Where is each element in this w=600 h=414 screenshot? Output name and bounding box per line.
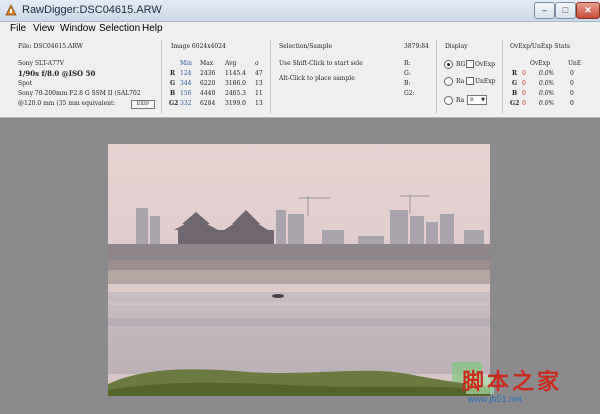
app-icon <box>5 4 17 16</box>
display-title: Display <box>445 43 468 50</box>
sample-label-r: R: <box>404 60 411 67</box>
lens-info: Sony 70-200mm F2.8 G SSM II (SAL702 <box>18 90 141 97</box>
stats-min-r: 124 <box>180 70 192 77</box>
ovexp-count-r: 0 <box>522 70 526 77</box>
stats-header-sd: σ <box>255 60 260 67</box>
ovexp-ch-g2: G2 <box>510 100 520 107</box>
file-name: File: DSC04615.ARW <box>18 43 83 50</box>
unexp-count-g: 0 <box>570 80 574 87</box>
minimize-button[interactable]: – <box>534 2 555 19</box>
focal-info: @120.0 mm (35 mm equivalent: <box>18 100 116 107</box>
window-title: RawDigger:DSC04615.ARW <box>22 4 162 16</box>
chevron-down-icon: ▼ <box>481 97 485 103</box>
exposure-info: 1/90s f/8.0 @ISO 50 <box>18 69 96 78</box>
stats-sd-g: 13 <box>255 80 263 87</box>
display-radio-ra[interactable] <box>444 77 453 86</box>
unexp-count-b: 0 <box>570 90 574 97</box>
stats-ch-g: G <box>170 80 176 87</box>
selection-title: Selection/Sample <box>279 43 333 50</box>
stats-max-g2: 6284 <box>200 100 216 107</box>
stats-sd-r: 47 <box>255 70 263 77</box>
unexp-checkbox-label: UnExp <box>475 78 496 85</box>
stats-min-g: 344 <box>180 80 192 87</box>
menu-bar: File View Window Selection Help <box>0 22 600 37</box>
stats-header-max: Max <box>200 60 214 67</box>
display-radio-rg[interactable] <box>444 60 453 69</box>
stats-header-avg: Avg <box>225 60 237 67</box>
ovexp-col-header: OvExp <box>530 60 550 67</box>
info-panel: File: DSC04615.ARW Sony SLT-A77V 1/90s f… <box>0 37 600 118</box>
stats-ch-g2: G2 <box>169 100 179 107</box>
title-bar: RawDigger:DSC04615.ARW – □ ✕ <box>0 0 600 22</box>
stats-ch-b: B <box>170 90 176 97</box>
unexp-count-g2: 0 <box>570 100 574 107</box>
cursor-coords: 3879:84 <box>404 43 429 50</box>
image-size: Image 6024x4024 <box>171 43 226 50</box>
selection-hint-shift: Use Shift-Click to start sele <box>279 60 363 67</box>
stats-avg-g: 3186.0 <box>225 80 246 87</box>
selection-hint-alt: Alt-Click to place sample <box>279 75 355 82</box>
ovexp-ch-r: R <box>512 70 517 77</box>
display-option-ra-channel: Ra <box>456 97 465 104</box>
unexp-col-header: UnE <box>568 60 582 67</box>
ovexp-pct-g: 0.0% <box>539 80 555 87</box>
stats-header-min: Min <box>180 60 192 67</box>
watermark-text: 脚本之家 <box>462 369 563 394</box>
menu-window[interactable]: Window <box>60 23 96 34</box>
exif-button[interactable]: EXIF <box>131 100 155 109</box>
ovexp-ch-b: B <box>512 90 518 97</box>
maximize-button[interactable]: □ <box>555 2 576 19</box>
display-option-ra: Ra <box>456 78 465 85</box>
watermark-url: www.jb51.net <box>468 394 522 404</box>
stats-sd-g2: 13 <box>255 100 263 107</box>
ovexp-pct-r: 0.0% <box>539 70 555 77</box>
stats-avg-r: 1145.4 <box>225 70 246 77</box>
metering-mode: Spot <box>18 80 32 87</box>
ovexp-count-g: 0 <box>522 80 526 87</box>
raw-photo-preview[interactable] <box>108 144 490 396</box>
separator <box>436 40 437 114</box>
ovexp-count-b: 0 <box>522 90 526 97</box>
camera-model: Sony SLT-A77V <box>18 60 65 67</box>
landscape-photo <box>108 144 490 396</box>
stats-min-g2: 332 <box>180 100 192 107</box>
menu-view[interactable]: View <box>33 23 55 34</box>
sample-label-g: G: <box>404 70 411 77</box>
channel-dropdown[interactable]: R ▼ <box>467 95 487 105</box>
separator <box>502 40 503 114</box>
sample-label-g2: G2: <box>404 90 415 97</box>
separator <box>270 40 271 114</box>
unexp-checkbox[interactable] <box>466 77 474 85</box>
ovexp-stats-title: OvExp/UnExp Stats <box>510 43 570 50</box>
menu-file[interactable]: File <box>10 23 26 34</box>
channel-dropdown-value: R <box>470 97 474 103</box>
sample-label-b: B: <box>404 80 411 87</box>
unexp-count-r: 0 <box>570 70 574 77</box>
stats-avg-b: 2465.3 <box>225 90 246 97</box>
ovexp-checkbox[interactable] <box>466 60 474 68</box>
ovexp-checkbox-label: OvExp <box>475 61 495 68</box>
close-button[interactable]: ✕ <box>576 2 600 19</box>
stats-sd-b: 11 <box>255 90 263 97</box>
ovexp-ch-g: G <box>512 80 518 87</box>
stats-min-b: 156 <box>180 90 192 97</box>
ovexp-count-g2: 0 <box>522 100 526 107</box>
stats-max-b: 4440 <box>200 90 216 97</box>
separator <box>161 40 162 114</box>
display-option-rg: RG <box>456 61 466 68</box>
stats-avg-g2: 3199.0 <box>225 100 246 107</box>
menu-help[interactable]: Help <box>142 23 163 34</box>
display-radio-ra-channel[interactable] <box>444 96 453 105</box>
stats-max-r: 2436 <box>200 70 216 77</box>
ovexp-pct-g2: 0.0% <box>539 100 555 107</box>
stats-max-g: 6220 <box>200 80 216 87</box>
stats-ch-r: R <box>170 70 175 77</box>
ovexp-pct-b: 0.0% <box>539 90 555 97</box>
menu-selection[interactable]: Selection <box>99 23 140 34</box>
